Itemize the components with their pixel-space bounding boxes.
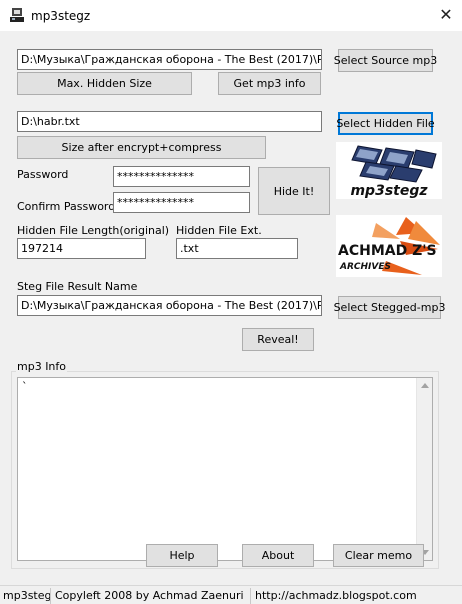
status-app-name: mp3steg (0, 588, 51, 604)
size-after-encrypt-button[interactable]: Size after encrypt+compress (17, 136, 266, 159)
hidden-length-field[interactable]: 197214 (17, 238, 146, 259)
help-button[interactable]: Help (146, 544, 218, 567)
select-source-button[interactable]: Select Source mp3 (334, 49, 437, 72)
status-bar: mp3steg Copyleft 2008 by Achmad Zaenuri … (0, 585, 462, 604)
title-bar: mp3stegz ✕ (0, 0, 462, 31)
achmadz-logo-line2: ARCHIVES (339, 262, 391, 272)
reveal-button[interactable]: Reveal! (242, 328, 314, 351)
memo-scrollbar[interactable] (416, 378, 432, 560)
get-mp3-info-button[interactable]: Get mp3 info (218, 72, 321, 95)
app-icon (8, 6, 26, 24)
steg-result-label: Steg File Result Name (17, 280, 138, 293)
mp3-info-group-label: mp3 Info (16, 360, 68, 373)
close-icon[interactable]: ✕ (432, 4, 460, 26)
steg-result-path-input[interactable]: D:\Музыка\Гражданская оборона - The Best… (17, 295, 322, 316)
max-hidden-size-button[interactable]: Max. Hidden Size (17, 72, 192, 95)
status-url: http://achmadz.blogspot.com (255, 589, 417, 602)
confirm-password-input[interactable]: ************** (113, 192, 250, 213)
clear-memo-button[interactable]: Clear memo (333, 544, 424, 567)
select-stegged-mp3-button[interactable]: Select Stegged-mp3 (334, 296, 445, 319)
source-path-input[interactable]: D:\Музыка\Гражданская оборона - The Best… (17, 49, 322, 70)
memo-text: ` (22, 380, 28, 393)
scroll-up-icon[interactable] (421, 383, 429, 388)
select-hidden-file-button[interactable]: Select Hidden File (336, 112, 435, 135)
hidden-path-input[interactable]: D:\habr.txt (17, 111, 322, 132)
confirm-password-label: Confirm Password (17, 200, 116, 213)
status-copyleft: Copyleft 2008 by Achmad Zaenuri (52, 588, 251, 604)
password-label: Password (17, 168, 69, 181)
hidden-ext-field[interactable]: .txt (176, 238, 298, 259)
mp3stegz-logo: mp3stegz (336, 142, 442, 199)
mp3-info-memo[interactable]: ` (17, 377, 433, 561)
about-button[interactable]: About (242, 544, 314, 567)
achmadz-logo-line1: ACHMAD Z'S (338, 243, 437, 259)
achmadz-archives-logo: ACHMAD Z'S ARCHIVES (336, 215, 442, 277)
hidden-length-label: Hidden File Length(original) (17, 224, 170, 237)
password-input[interactable]: ************** (113, 166, 250, 187)
mp3stegz-logo-text: mp3stegz (350, 183, 428, 199)
hide-it-button[interactable]: Hide It! (258, 167, 330, 215)
window-title: mp3stegz (31, 9, 91, 23)
hidden-ext-label: Hidden File Ext. (176, 224, 262, 237)
